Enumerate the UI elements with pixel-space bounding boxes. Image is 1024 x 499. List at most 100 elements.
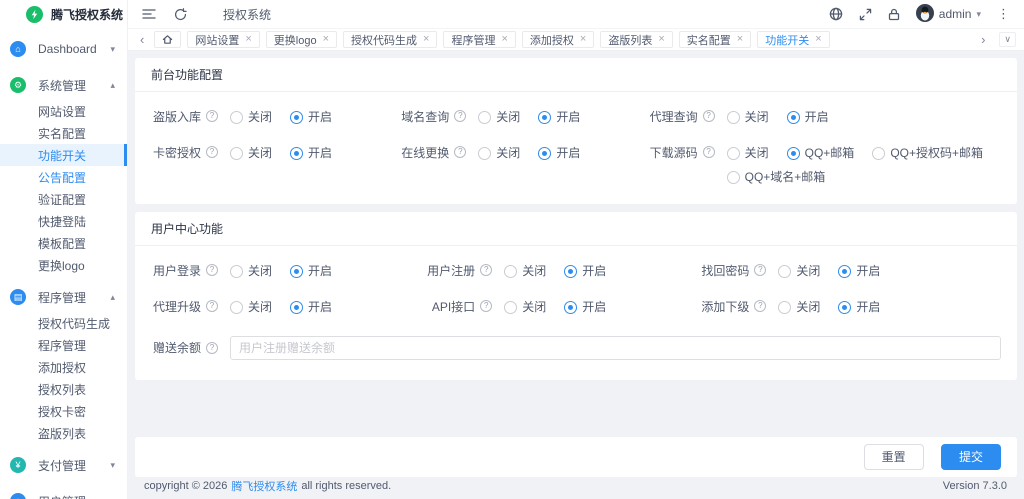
- sidebar-item-quick-login[interactable]: 快捷登陆: [0, 210, 127, 232]
- radio-on[interactable]: 开启: [290, 146, 332, 160]
- sidebar-item-add-auth[interactable]: 添加授权: [0, 356, 127, 378]
- tab-pirate-list[interactable]: 盗版列表×: [600, 31, 672, 48]
- tab-realname-config[interactable]: 实名配置×: [679, 31, 751, 48]
- sidebar-item-feature-switch[interactable]: 功能开关: [0, 144, 127, 166]
- radio-icon: [504, 301, 517, 314]
- tab-add-auth[interactable]: 添加授权×: [522, 31, 594, 48]
- radio-off[interactable]: 关闭: [230, 146, 272, 160]
- sidebar-item-payment[interactable]: ¥ 支付管理 ▾: [0, 450, 127, 480]
- radio-on[interactable]: 开启: [787, 110, 829, 124]
- help-icon[interactable]: ?: [206, 146, 218, 158]
- user-name: admin: [939, 7, 972, 21]
- form-field-api: API接口 ? 关闭 开启: [425, 300, 699, 314]
- radio-on[interactable]: 开启: [838, 264, 880, 278]
- app-root: 腾飞授权系统 ⌂ Dashboard ▾ ⚙ 系统管理 ▴ 网站设置 实名配置 …: [0, 0, 1024, 499]
- help-icon[interactable]: ?: [703, 146, 715, 158]
- tab-auth-code-gen[interactable]: 授权代码生成×: [343, 31, 437, 48]
- radio-icon: [230, 265, 243, 278]
- more-menu-icon[interactable]: ⋮: [997, 6, 1010, 22]
- home-tab[interactable]: [154, 31, 181, 48]
- help-icon[interactable]: ?: [206, 110, 218, 122]
- help-icon[interactable]: ?: [454, 146, 466, 158]
- help-icon[interactable]: ?: [480, 264, 492, 276]
- radio-on[interactable]: 开启: [538, 110, 580, 124]
- radio-off[interactable]: 关闭: [504, 300, 546, 314]
- help-icon[interactable]: ?: [206, 342, 218, 354]
- sidebar-item-dashboard[interactable]: ⌂ Dashboard ▾: [0, 34, 127, 64]
- radio-on[interactable]: 开启: [290, 264, 332, 278]
- help-icon[interactable]: ?: [206, 300, 218, 312]
- close-icon[interactable]: ×: [423, 34, 429, 45]
- radio-qq-authcode-email[interactable]: QQ+授权码+邮箱: [872, 146, 983, 160]
- radio-off[interactable]: 关闭: [230, 264, 272, 278]
- gift-balance-input[interactable]: [230, 336, 1001, 360]
- radio-qq-domain-email[interactable]: QQ+域名+邮箱: [727, 170, 826, 184]
- sidebar-item-users[interactable]: ☻ 用户管理 ▴: [0, 486, 127, 499]
- radio-off[interactable]: 关闭: [778, 300, 820, 314]
- radio-off[interactable]: 关闭: [778, 264, 820, 278]
- help-icon[interactable]: ?: [480, 300, 492, 312]
- radio-off[interactable]: 关闭: [504, 264, 546, 278]
- sidebar-item-auth-list[interactable]: 授权列表: [0, 378, 127, 400]
- radio-on[interactable]: 开启: [838, 300, 880, 314]
- sidebar-item-program[interactable]: ▤ 程序管理 ▴: [0, 282, 127, 312]
- sidebar-item-template-config[interactable]: 模板配置: [0, 232, 127, 254]
- brand-link[interactable]: 腾飞授权系统: [231, 478, 297, 494]
- radio-off[interactable]: 关闭: [727, 110, 769, 124]
- sidebar-item-site-settings[interactable]: 网站设置: [0, 100, 127, 122]
- tab-program-manage[interactable]: 程序管理×: [443, 31, 515, 48]
- help-icon[interactable]: ?: [754, 264, 766, 276]
- help-icon[interactable]: ?: [206, 264, 218, 276]
- radio-on[interactable]: 开启: [564, 264, 606, 278]
- sidebar-item-auth-card[interactable]: 授权卡密: [0, 400, 127, 422]
- tab-feature-switch[interactable]: 功能开关×: [757, 31, 829, 48]
- sidebar-item-verify-config[interactable]: 验证配置: [0, 188, 127, 210]
- radio-off[interactable]: 关闭: [727, 146, 769, 160]
- radio-on[interactable]: 开启: [538, 146, 580, 160]
- sidebar-item-program-manage[interactable]: 程序管理: [0, 334, 127, 356]
- close-icon[interactable]: ×: [245, 34, 251, 45]
- close-icon[interactable]: ×: [501, 34, 507, 45]
- tabs-scroll-right-icon[interactable]: ›: [977, 33, 989, 46]
- help-icon[interactable]: ?: [703, 110, 715, 122]
- help-icon[interactable]: ?: [454, 110, 466, 122]
- tabs-scroll-left-icon[interactable]: ‹: [136, 33, 148, 46]
- radio-off[interactable]: 关闭: [478, 110, 520, 124]
- radio-off[interactable]: 关闭: [478, 146, 520, 160]
- tab-change-logo[interactable]: 更换logo×: [266, 31, 337, 48]
- sidebar-item-realname-config[interactable]: 实名配置: [0, 122, 127, 144]
- help-icon[interactable]: ?: [754, 300, 766, 312]
- close-icon[interactable]: ×: [580, 34, 586, 45]
- collapse-sidebar-icon[interactable]: [142, 8, 156, 20]
- language-globe-icon[interactable]: [829, 7, 843, 21]
- user-menu[interactable]: admin ▾: [916, 4, 981, 25]
- logo[interactable]: 腾飞授权系统: [0, 0, 127, 28]
- sidebar-item-system[interactable]: ⚙ 系统管理 ▴: [0, 70, 127, 100]
- sidebar-item-change-logo[interactable]: 更换logo: [0, 254, 127, 276]
- submit-button[interactable]: 提交: [941, 444, 1001, 470]
- lock-icon[interactable]: [888, 8, 900, 21]
- radio-off[interactable]: 关闭: [230, 300, 272, 314]
- close-icon[interactable]: ×: [815, 34, 821, 45]
- reset-button[interactable]: 重置: [864, 444, 924, 470]
- close-icon[interactable]: ×: [737, 34, 743, 45]
- refresh-icon[interactable]: [174, 8, 187, 21]
- form-action-bar: 重置 提交: [135, 437, 1017, 477]
- radio-on[interactable]: 开启: [564, 300, 606, 314]
- sidebar-item-pirate-list[interactable]: 盗版列表: [0, 422, 127, 444]
- top-header: 授权系统 admin ▾ ⋮: [128, 0, 1024, 28]
- logo-bolt-icon: [26, 6, 43, 23]
- sidebar-item-announcement-config[interactable]: 公告配置: [0, 166, 127, 188]
- radio-off[interactable]: 关闭: [230, 110, 272, 124]
- close-icon[interactable]: ×: [658, 34, 664, 45]
- sidebar-item-auth-code-gen[interactable]: 授权代码生成: [0, 312, 127, 334]
- radio-on[interactable]: 开启: [290, 300, 332, 314]
- fullscreen-icon[interactable]: [859, 8, 872, 21]
- radio-on[interactable]: 开启: [290, 110, 332, 124]
- close-icon[interactable]: ×: [323, 34, 329, 45]
- tab-site-settings[interactable]: 网站设置×: [187, 31, 259, 48]
- chevron-up-icon: ▴: [110, 496, 115, 499]
- tabs-menu-icon[interactable]: ∨: [999, 32, 1016, 47]
- form-field-agent-query: 代理查询 ? 关闭 开启: [648, 110, 1001, 124]
- radio-qq-email[interactable]: QQ+邮箱: [787, 146, 855, 160]
